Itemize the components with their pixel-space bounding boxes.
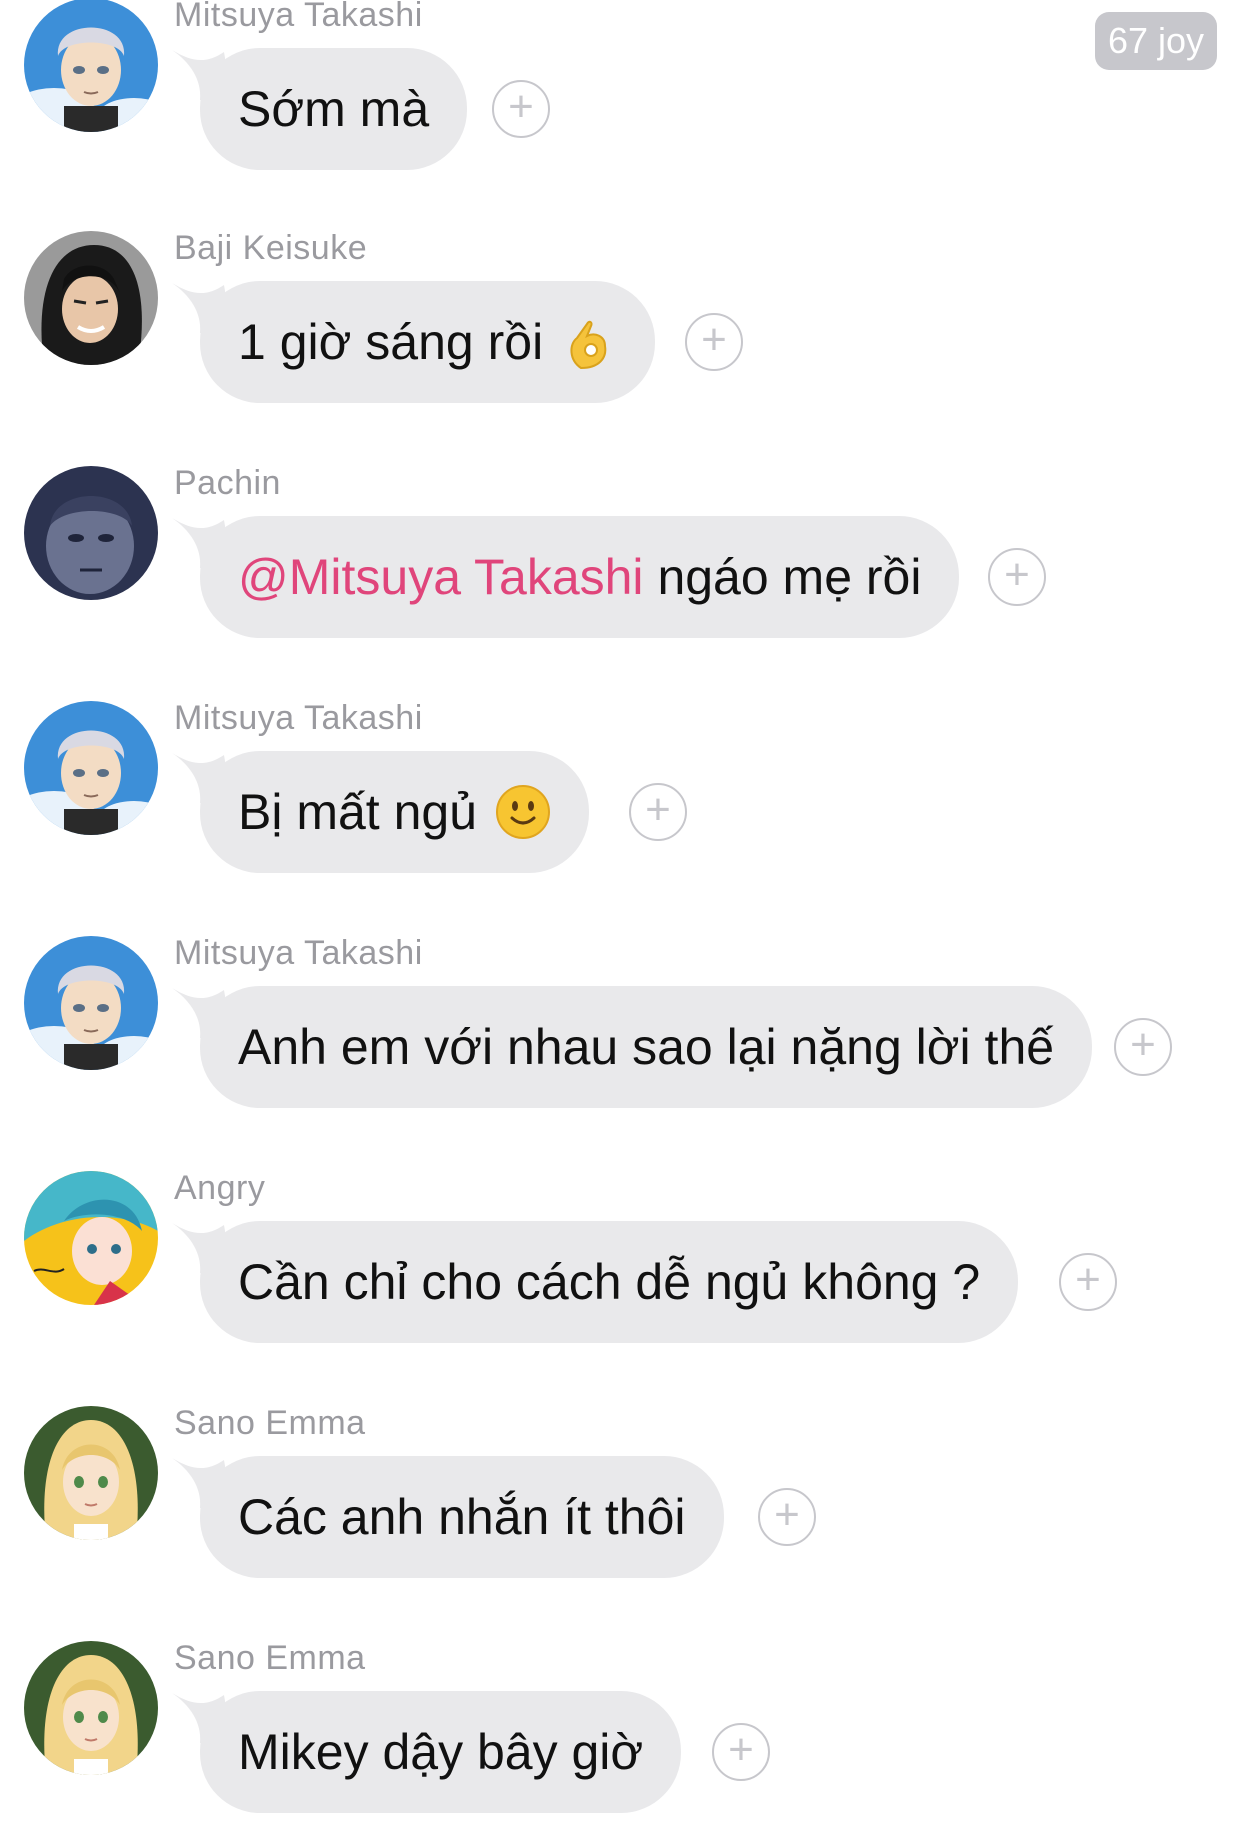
plus-icon: + — [1004, 550, 1030, 599]
message-row: Pachin @Mitsuya Takashi ngáo mẹ rồi + — [0, 464, 1241, 668]
message-text: Các anh nhắn ít thôi — [238, 1489, 686, 1545]
chat-thread: 67 joy Mitsuya Takashi Sớm mà + Baji Kei… — [0, 0, 1241, 1817]
plus-icon: + — [1130, 1020, 1156, 1069]
sender-name: Angry — [174, 1169, 266, 1207]
slight-smile-emoji-icon — [495, 784, 551, 840]
plus-icon: + — [508, 82, 534, 131]
message-bubble[interactable]: Mikey dậy bây giờ — [200, 1691, 682, 1813]
message-text: 1 giờ sáng rồi — [238, 314, 544, 370]
message-text: Anh em với nhau sao lại nặng lời thế — [238, 1019, 1055, 1075]
avatar[interactable] — [24, 1171, 158, 1305]
mention-link[interactable]: @Mitsuya Takashi — [238, 548, 644, 606]
plus-icon: + — [701, 315, 727, 364]
add-reaction-button[interactable]: + — [988, 548, 1046, 606]
avatar[interactable] — [24, 466, 158, 600]
avatar[interactable] — [24, 1406, 158, 1540]
add-reaction-button[interactable]: + — [1059, 1253, 1117, 1311]
message-text: ngáo mẹ rồi — [643, 549, 922, 605]
message-bubble[interactable]: Cần chỉ cho cách dễ ngủ không ? — [200, 1221, 1019, 1343]
message-bubble[interactable]: Anh em với nhau sao lại nặng lời thế — [200, 986, 1093, 1108]
message-bubble[interactable]: Sớm mà — [200, 48, 468, 170]
message-bubble[interactable]: 1 giờ sáng rồi — [200, 281, 656, 403]
sender-name: Pachin — [174, 464, 281, 502]
sender-name: Mitsuya Takashi — [174, 0, 423, 34]
message-row: Sano Emma Mikey dậy bây giờ + — [0, 1639, 1241, 1843]
message-text: Bị mất ngủ — [238, 784, 478, 840]
ok-hand-emoji-icon — [561, 314, 617, 370]
add-reaction-button[interactable]: + — [758, 1488, 816, 1546]
avatar[interactable] — [24, 936, 158, 1070]
avatar[interactable] — [24, 231, 158, 365]
add-reaction-button[interactable]: + — [492, 80, 550, 138]
plus-icon: + — [774, 1490, 800, 1539]
avatar[interactable] — [24, 0, 158, 132]
add-reaction-button[interactable]: + — [685, 313, 743, 371]
message-row: Mitsuya Takashi Anh em với nhau sao lại … — [0, 934, 1241, 1138]
sender-name: Sano Emma — [174, 1404, 366, 1442]
add-reaction-button[interactable]: + — [1114, 1018, 1172, 1076]
sender-name: Mitsuya Takashi — [174, 934, 423, 972]
plus-icon: + — [728, 1725, 754, 1774]
avatar[interactable] — [24, 1641, 158, 1775]
message-row: Angry Cần chỉ cho cách dễ ngủ không ? + — [0, 1169, 1241, 1373]
message-bubble[interactable]: Bị mất ngủ — [200, 751, 590, 873]
add-reaction-button[interactable]: + — [712, 1723, 770, 1781]
plus-icon: + — [645, 785, 671, 834]
message-text: Sớm mà — [238, 81, 430, 137]
message-bubble[interactable]: Các anh nhắn ít thôi — [200, 1456, 724, 1578]
message-row: Mitsuya Takashi Sớm mà + — [0, 0, 1241, 200]
message-text: Mikey dậy bây giờ — [238, 1724, 644, 1780]
sender-name: Sano Emma — [174, 1639, 366, 1677]
message-text: Cần chỉ cho cách dễ ngủ không ? — [238, 1254, 981, 1310]
message-bubble[interactable]: @Mitsuya Takashi ngáo mẹ rồi — [200, 516, 960, 638]
message-row: Baji Keisuke 1 giờ sáng rồi + — [0, 229, 1241, 433]
sender-name: Mitsuya Takashi — [174, 699, 423, 737]
add-reaction-button[interactable]: + — [629, 783, 687, 841]
sender-name: Baji Keisuke — [174, 229, 368, 267]
message-row: Mitsuya Takashi Bị mất ngủ + — [0, 699, 1241, 903]
plus-icon: + — [1075, 1255, 1101, 1304]
message-row: Sano Emma Các anh nhắn ít thôi + — [0, 1404, 1241, 1608]
avatar[interactable] — [24, 701, 158, 835]
